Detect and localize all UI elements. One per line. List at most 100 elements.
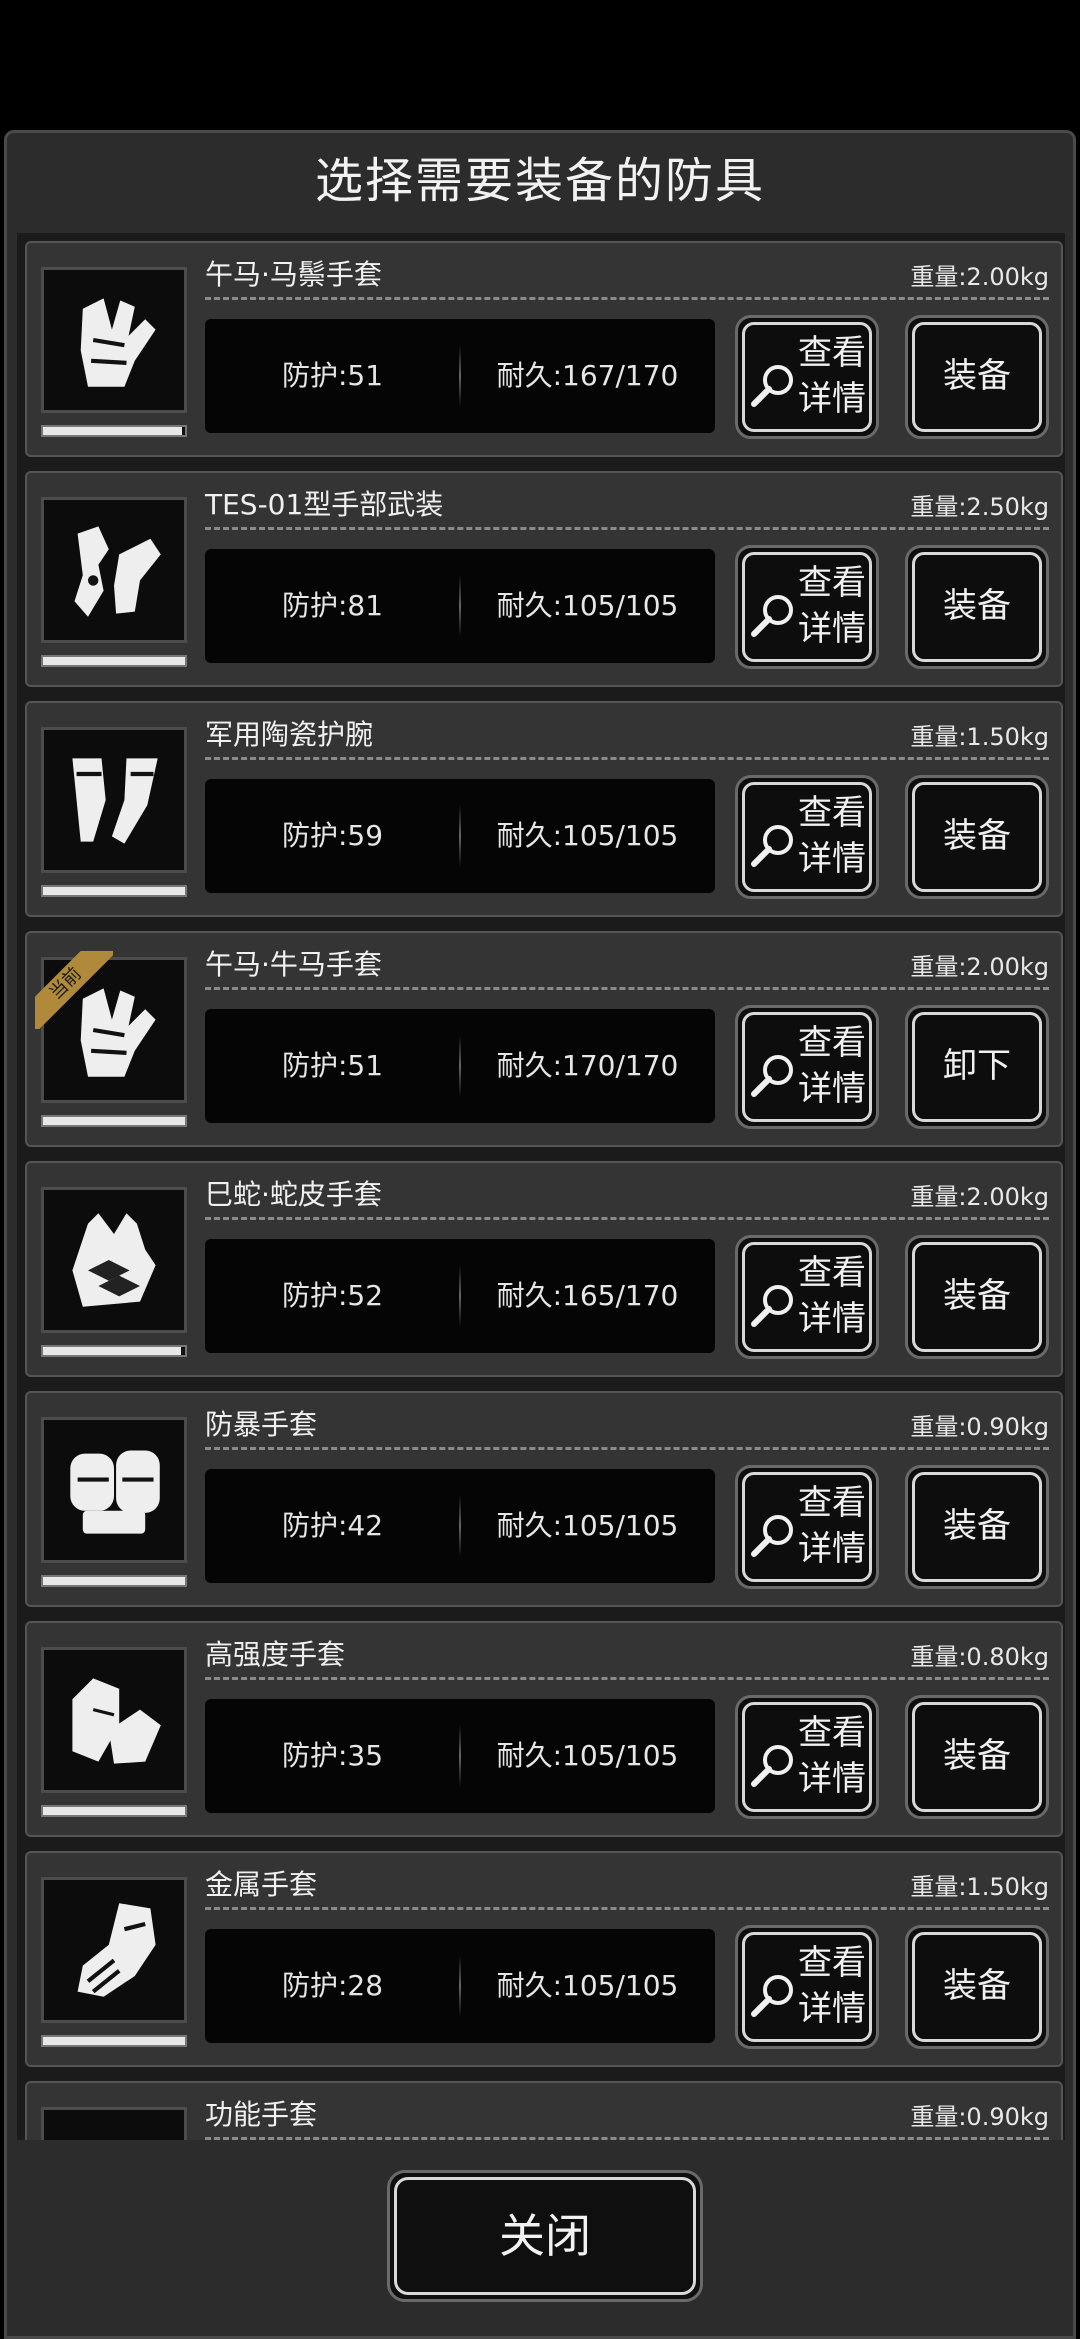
armor-item[interactable]: 金属手套 重量:1.50kg 防护:28 耐久:105/105 查看 详情 装备 [25,1851,1063,2067]
durability-bar [41,655,187,667]
view-details-label-line2: 详情 [798,1069,866,1109]
view-details-button[interactable]: 查看 详情 [735,1465,879,1589]
armor-item[interactable]: 功能手套 重量:0.90kg 查看 详情 装备 [25,2081,1063,2143]
equip-button-label: 装备 [943,1506,1011,1546]
view-details-button[interactable]: 查看 详情 [735,1005,879,1129]
armor-name: 功能手套 [205,2098,318,2131]
view-details-label-line1: 查看 [798,1713,866,1753]
equip-button[interactable]: 装备 [905,1465,1049,1589]
view-details-label-line1: 查看 [798,793,866,833]
durability-value: 耐久:170/170 [496,1049,679,1082]
riot-gloves-icon [70,1450,160,1534]
armor-weight: 重量:2.00kg [910,263,1049,291]
divider [205,1907,1049,1910]
view-details-button[interactable]: 查看 详情 [735,1695,879,1819]
armor-item[interactable]: 军用陶瓷护腕 重量:1.50kg 防护:59 耐久:105/105 查看 详情 … [25,701,1063,917]
armor-name: TES-01型手部武装 [205,488,444,521]
stats-panel: 防护:28 耐久:105/105 [205,1929,715,2043]
equip-button-label: 装备 [943,586,1011,626]
defense-value: 防护:51 [281,1049,384,1082]
armor-thumbnail[interactable] [41,727,187,873]
armor-item[interactable]: 巳蛇·蛇皮手套 重量:2.00kg 防护:52 耐久:165/170 查看 详情… [25,1161,1063,1377]
close-button[interactable]: 关闭 [387,2170,703,2302]
equip-button[interactable]: 装备 [905,775,1049,899]
magnifier-icon [748,1740,798,1790]
durability-value: 耐久:105/105 [496,819,679,852]
equip-button-label: 装备 [943,356,1011,396]
armor-list[interactable]: 午马·马鬃手套 重量:2.00kg 防护:51 耐久:167/170 查看 详情… [17,233,1065,2143]
armor-weight: 重量:1.50kg [910,1873,1049,1901]
defense-value: 防护:42 [281,1509,384,1542]
stats-panel: 防护:51 耐久:170/170 [205,1009,715,1123]
view-details-button[interactable]: 查看 详情 [735,545,879,669]
armor-weight: 重量:2.50kg [910,493,1049,521]
armor-weight: 重量:2.00kg [910,1183,1049,1211]
durability-bar [41,1575,187,1587]
armor-name: 午马·马鬃手套 [205,258,382,291]
equip-button[interactable]: 装备 [905,1695,1049,1819]
armor-thumbnail[interactable] [41,1877,187,2023]
armor-name: 金属手套 [205,1868,318,1901]
defense-value: 防护:81 [281,589,384,622]
divider [205,297,1049,300]
view-details-button[interactable]: 查看 详情 [735,315,879,439]
close-button-label: 关闭 [499,2209,591,2263]
view-details-button[interactable]: 查看 详情 [735,1925,879,2049]
tactical-hand-armor-icon [74,526,161,617]
view-details-label-line1: 查看 [798,333,866,373]
equip-button-label: 卸下 [943,1046,1011,1086]
view-details-button[interactable]: 查看 详情 [735,1235,879,1359]
durability-bar-fill [43,887,185,895]
view-details-button[interactable]: 查看 详情 [735,775,879,899]
defense-value: 防护:52 [281,1279,384,1312]
current-equipped-tag: 当前 [35,951,113,1029]
stats-panel: 防护:59 耐久:105/105 [205,779,715,893]
durability-bar [41,425,187,437]
unequip-button[interactable]: 卸下 [905,1005,1049,1129]
equip-button-label: 装备 [943,1966,1011,2006]
durability-bar-fill [43,1577,185,1585]
armor-item[interactable]: 当前 午马·牛马手套 重量:2.00kg 防护:51 耐久:170/170 查看… [25,931,1063,1147]
defense-value: 防护:51 [281,359,384,392]
metal-gauntlet-icon [77,1903,156,1997]
armor-name: 军用陶瓷护腕 [205,718,374,751]
equip-button[interactable]: 装备 [905,545,1049,669]
equip-button[interactable]: 装备 [905,315,1049,439]
dialog-title: 选择需要装备的防具 [314,153,765,209]
view-details-label-line2: 详情 [798,1529,866,1569]
divider [205,1217,1049,1220]
view-details-label-line1: 查看 [798,1023,866,1063]
equip-button-label: 装备 [943,1276,1011,1316]
armor-thumbnail[interactable] [41,2107,187,2143]
stats-panel: 防护:81 耐久:105/105 [205,549,715,663]
equipment-dialog: 选择需要装备的防具 午马·马鬃手套 重量:2.00kg 防护:51 耐久:167… [4,130,1076,2339]
armor-thumbnail[interactable] [41,1417,187,1563]
equip-button[interactable]: 装备 [905,1235,1049,1359]
durability-value: 耐久:105/105 [496,1509,679,1542]
armor-weight: 重量:0.80kg [910,1643,1049,1671]
armor-thumbnail[interactable] [41,1187,187,1333]
gloves-icon [80,298,156,387]
armor-item[interactable]: 高强度手套 重量:0.80kg 防护:35 耐久:105/105 查看 详情 装… [25,1621,1063,1837]
armor-name: 巳蛇·蛇皮手套 [205,1178,382,1211]
armor-thumbnail[interactable] [41,267,187,413]
armor-item[interactable]: 防暴手套 重量:0.90kg 防护:42 耐久:105/105 查看 详情 装备 [25,1391,1063,1607]
equip-button-label: 装备 [943,1736,1011,1776]
equip-button[interactable]: 装备 [905,1925,1049,2049]
hand-gloves-icon [72,1678,161,1764]
armor-name: 午马·牛马手套 [205,948,382,981]
armor-item[interactable]: 午马·马鬃手套 重量:2.00kg 防护:51 耐久:167/170 查看 详情… [25,241,1063,457]
view-details-label-line2: 详情 [798,379,866,419]
durability-bar [41,1345,187,1357]
durability-bar [41,1805,187,1817]
magnifier-icon [748,1970,798,2020]
armor-thumbnail[interactable] [41,1647,187,1793]
view-details-label-line2: 详情 [798,609,866,649]
equip-button-label: 装备 [943,816,1011,856]
bottom-bar: 关闭 [7,2140,1073,2336]
armor-name: 高强度手套 [205,1638,346,1671]
armor-thumbnail[interactable] [41,497,187,643]
armor-weight: 重量:0.90kg [910,1413,1049,1441]
stats-panel: 防护:42 耐久:105/105 [205,1469,715,1583]
armor-item[interactable]: TES-01型手部武装 重量:2.50kg 防护:81 耐久:105/105 查… [25,471,1063,687]
